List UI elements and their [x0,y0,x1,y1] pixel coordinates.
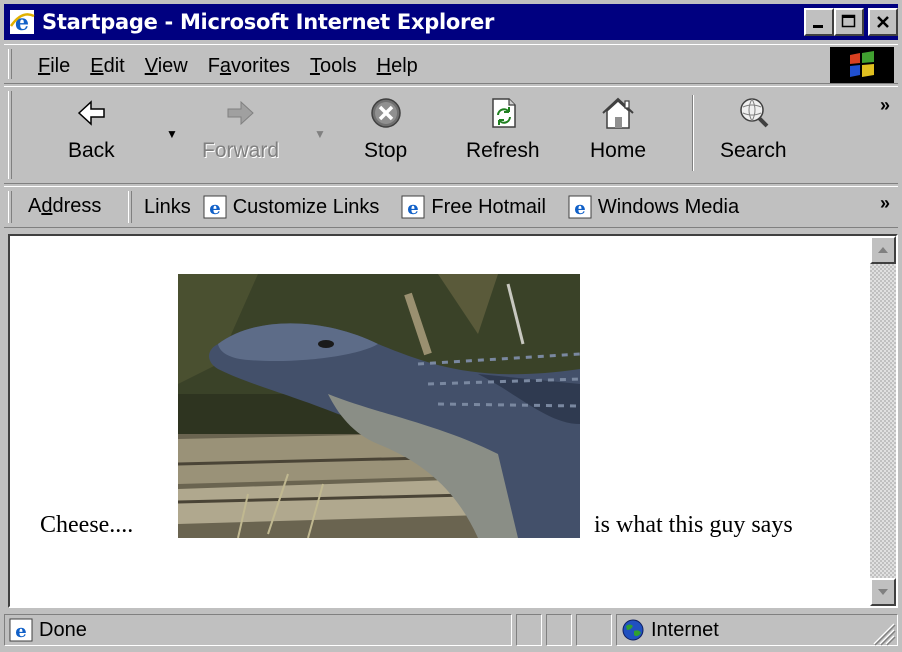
ie-page-icon: e [203,195,227,219]
text-after-image: is what this guy says [594,512,793,538]
maximize-button[interactable] [834,8,864,36]
status-panel-empty-2 [546,614,572,646]
status-panel-empty-1 [516,614,542,646]
stop-icon [370,98,401,128]
ie-page-icon: e [401,195,425,219]
scroll-down-arrow-icon [878,589,888,595]
ie-page-icon: e [568,195,592,219]
windows-logo-throbber [830,47,894,83]
status-panel-empty-3 [576,614,612,646]
title-bar[interactable]: e Startpage - Microsoft Internet Explore… [4,4,898,40]
address-bar-grip[interactable] [8,191,12,223]
links-toolbar: Links e Customize Links e Free Hotmail e… [144,195,761,219]
maximize-icon [841,14,856,28]
stop-label: Stop [364,139,408,162]
address-label[interactable]: Address [28,195,101,218]
back-arrow-icon [78,100,106,126]
ie-page-icon: e [9,618,33,642]
browser-window: e Startpage - Microsoft Internet Explore… [0,0,902,652]
home-label: Home [590,139,647,162]
close-button[interactable] [868,8,898,36]
link-free-hotmail[interactable]: e Free Hotmail [401,195,546,219]
status-text: Done [39,618,87,641]
search-label: Search [720,139,787,162]
close-icon [877,16,889,28]
forward-button[interactable]: Forward [202,93,279,177]
svg-text:e: e [15,621,26,642]
menu-help[interactable]: Help [367,53,428,80]
search-button[interactable]: Search [720,93,787,177]
toolbar-grip[interactable] [8,91,12,179]
back-label: Back [68,139,115,162]
minimize-icon [813,25,823,28]
home-button[interactable]: Home [590,93,646,177]
scroll-down-button[interactable] [870,578,896,606]
menu-list: File Edit View Favorites Tools Help [28,53,428,80]
svg-text:e: e [574,198,585,219]
alligator-photo [178,274,580,538]
page-viewport[interactable]: Cheese.... is what this guy says [8,234,898,608]
menu-view[interactable]: View [135,53,198,80]
stop-button[interactable]: Stop [364,93,407,177]
window-controls [804,8,898,36]
scroll-up-arrow-icon [878,247,888,253]
toolbar-separator [692,95,694,171]
toolbar-more-chevron-icon[interactable]: » [880,95,890,116]
status-bar: e Done Internet [4,612,898,648]
refresh-label: Refresh [466,139,540,162]
text-before-image: Cheese.... [40,512,134,538]
search-globe-icon [740,98,769,128]
forward-arrow-icon [227,100,254,126]
windows-flag-icon [850,51,874,77]
status-text-panel: e Done [4,614,512,646]
internet-globe-icon [622,619,644,641]
menu-file[interactable]: File [28,53,80,80]
svg-text:e: e [209,198,220,219]
back-button[interactable]: Back [68,93,115,177]
minimize-button[interactable] [804,8,834,36]
links-label[interactable]: Links [144,196,191,219]
security-zone-panel[interactable]: Internet [616,614,898,646]
address-links-bar: Address Links e Customize Links e Free H… [4,186,898,228]
scroll-up-button[interactable] [870,236,896,264]
menu-favorites[interactable]: Favorites [198,53,300,80]
page-content: Cheese.... is what this guy says [10,236,870,606]
home-icon [602,97,634,129]
refresh-button[interactable]: Refresh [466,93,540,177]
resize-grip-icon[interactable] [868,618,896,646]
ie-logo-icon: e [9,10,35,36]
menu-edit[interactable]: Edit [80,53,134,80]
menu-bar: File Edit View Favorites Tools Help [4,44,898,84]
window-title: Startpage - Microsoft Internet Explorer [42,10,495,34]
links-more-chevron-icon[interactable]: » [880,193,890,214]
link-windows-media[interactable]: e Windows Media [568,195,739,219]
vertical-scrollbar[interactable] [870,236,896,606]
forward-dropdown-caret-icon[interactable]: ▼ [314,127,326,141]
menu-bar-grip[interactable] [8,49,12,79]
links-bar-grip[interactable] [128,191,132,223]
menu-tools[interactable]: Tools [300,53,367,80]
standard-toolbar: Back ▼ Forward ▼ Stop Refresh Home Searc… [4,86,898,184]
refresh-icon [492,98,516,128]
forward-label: Forward [202,139,280,162]
back-dropdown-caret-icon[interactable]: ▼ [166,127,178,141]
zone-label: Internet [651,618,719,641]
svg-text:e: e [408,198,419,219]
link-customize-links[interactable]: e Customize Links [203,195,379,219]
